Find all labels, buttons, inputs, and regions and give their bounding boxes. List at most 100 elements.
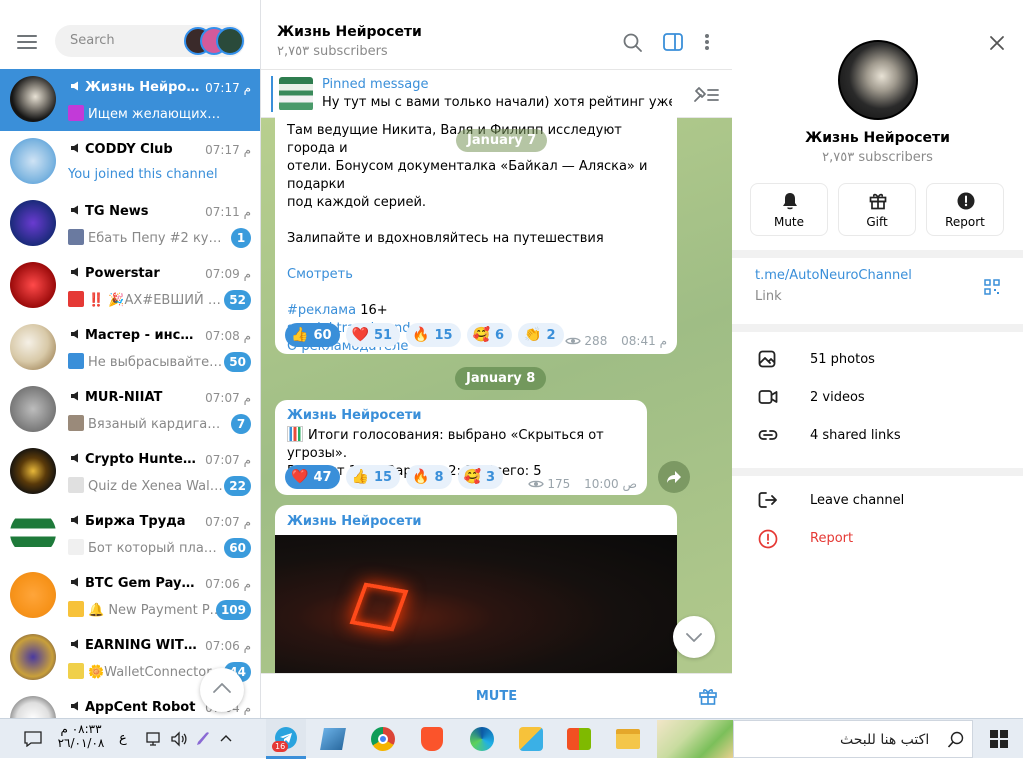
chat-preview-line: Quiz de Xenea Walle... xyxy=(68,477,224,494)
taskbar-search-text: اكتب هنا للبحث xyxy=(840,732,930,748)
gift-action-button[interactable]: Gift xyxy=(838,183,916,236)
channel-icon xyxy=(71,701,78,711)
reaction-chip[interactable]: 🥰 6 xyxy=(466,323,513,347)
videos-item[interactable]: 2 videos xyxy=(732,379,1023,417)
chat-time: م 07:07 xyxy=(205,515,251,529)
chat-preview-line: 🔔 New Payment Proc... xyxy=(68,601,224,618)
forward-button[interactable] xyxy=(658,461,690,493)
report-action-button[interactable]: Report xyxy=(926,183,1004,236)
chat-name-text: Жизнь Нейросе... xyxy=(85,80,200,95)
close-icon[interactable] xyxy=(989,35,1005,51)
reaction-emoji: 👍 xyxy=(351,469,369,485)
chat-name: Мастер - инстр... xyxy=(70,328,200,343)
gift-icon[interactable] xyxy=(698,686,718,706)
channel-link[interactable]: t.me/AutoNeuroChannel xyxy=(755,268,912,283)
reaction-emoji: 🥰 xyxy=(472,327,491,343)
volume-icon[interactable] xyxy=(170,731,188,747)
forward-icon xyxy=(667,471,681,483)
report-item[interactable]: Report xyxy=(732,520,1023,558)
chat-name-text: Powerstar xyxy=(85,266,160,281)
reaction-chip[interactable]: 🔥 15 xyxy=(406,323,461,347)
channel-avatar[interactable] xyxy=(838,40,918,120)
chat-list-item[interactable]: Мастер - инстр... م 07:08 Не выбрасывайте … xyxy=(0,317,260,379)
chat-preview-line: Вязаный кардиган н... xyxy=(68,415,224,432)
leave-channel-item[interactable]: Leave channel xyxy=(732,482,1023,520)
link-icon xyxy=(758,430,778,440)
chat-list-item[interactable]: Жизнь Нейросе... م 07:17 Ищем желающих зап… xyxy=(0,69,260,131)
pin-list-icon[interactable] xyxy=(693,85,719,103)
clock-time: ٠٨:٣٣ م xyxy=(60,722,102,736)
scroll-down-button[interactable] xyxy=(673,616,715,658)
reactions-row: ❤️ 47 👍 15 🔥 8 🥰 3 xyxy=(285,465,504,489)
chat-list-item[interactable]: Биржа Труда م 07:07 Бот который плати... 60 xyxy=(0,503,260,565)
search-icon[interactable] xyxy=(623,33,643,53)
language-indicator[interactable]: ع xyxy=(119,731,127,746)
chat-name: Жизнь Нейросе... xyxy=(70,80,200,95)
message-image[interactable] xyxy=(275,535,677,685)
scroll-up-button[interactable] xyxy=(200,668,244,712)
story-avatar[interactable] xyxy=(216,27,244,55)
mute-button[interactable]: MUTE xyxy=(261,689,732,704)
action-label: Report xyxy=(945,215,985,229)
taskbar-search-box[interactable]: اكتب هنا للبحث xyxy=(733,720,973,758)
edge-icon[interactable] xyxy=(470,727,494,751)
hamburger-menu-icon[interactable] xyxy=(17,34,37,50)
chat-list-item[interactable]: CODDY Club م 07:17 You joined this channel xyxy=(0,131,260,193)
chat-name-text: MUR-NIIAT xyxy=(85,390,163,405)
notifications-icon[interactable] xyxy=(24,731,42,747)
chat-name-text: Crypto Hunters... xyxy=(85,452,200,467)
chat-header[interactable]: Жизнь Нейросети ٢,٧٥٣ subscribers xyxy=(261,0,732,70)
chrome-icon[interactable] xyxy=(371,727,395,751)
media-message-bubble[interactable]: Жизнь Нейросети xyxy=(275,505,677,685)
links-item[interactable]: 4 shared links xyxy=(732,417,1023,455)
chat-list-item[interactable]: TG News م 07:11 Ебать Пепу #2 купи... 1 xyxy=(0,193,260,255)
reaction-chip[interactable]: 👏 2 xyxy=(518,323,564,347)
chat-name: TG News xyxy=(70,204,200,219)
chat-name-text: Мастер - инстр... xyxy=(85,328,200,343)
stories-avatars[interactable] xyxy=(184,27,246,55)
store-icon[interactable] xyxy=(567,728,591,750)
reaction-chip[interactable]: 👍 15 xyxy=(345,465,401,489)
side-panel-icon[interactable] xyxy=(663,33,683,51)
windows-start-icon[interactable] xyxy=(990,730,1008,748)
message-time: 10:00 ص xyxy=(584,477,637,491)
reaction-chip[interactable]: ❤️ 47 xyxy=(285,465,340,489)
network-icon[interactable] xyxy=(146,731,164,747)
reaction-chip[interactable]: 🥰 3 xyxy=(457,465,504,489)
clock[interactable]: ٠٨:٣٣ م ٢٦/٠١/٠٨ xyxy=(56,722,106,750)
notepad-icon[interactable] xyxy=(320,728,346,750)
chat-avatar xyxy=(10,510,56,556)
poll-result-bubble[interactable]: Жизнь Нейросети Итоги голосования: выбра… xyxy=(275,400,647,495)
game-icon[interactable] xyxy=(519,727,543,751)
preview-thumbnail xyxy=(68,229,84,245)
chat-time: م 07:06 xyxy=(205,577,251,591)
message-line: отели. Бонусом документалка «Байкал — Ал… xyxy=(287,159,648,192)
photos-item[interactable]: 51 photos xyxy=(732,341,1023,379)
hashtag-link[interactable]: #реклама xyxy=(287,303,356,318)
reaction-chip[interactable]: ❤️ 51 xyxy=(345,323,401,347)
chat-title[interactable]: Жизнь Нейросети xyxy=(277,24,422,40)
chat-name: CODDY Club xyxy=(70,142,200,157)
mute-action-button[interactable]: Mute xyxy=(750,183,828,236)
chat-list-item[interactable]: Powerstar م 07:09 ‼️ 🎉АХ#ЕВШИЙ Б... 52 xyxy=(0,255,260,317)
chat-list-item[interactable]: MUR-NIIAT م 07:07 Вязаный кардиган н... 7 xyxy=(0,379,260,441)
reaction-count: 6 xyxy=(495,327,505,343)
search-highlight-image xyxy=(657,720,733,758)
chat-list-item[interactable]: Crypto Hunters... م 07:07 Quiz de Xenea Wa… xyxy=(0,441,260,503)
chat-preview: 🔔 New Payment Proc... xyxy=(88,603,224,618)
file-explorer-icon[interactable] xyxy=(616,729,640,749)
watch-link[interactable]: Смотреть xyxy=(287,266,672,284)
reaction-chip[interactable]: 👍 60 xyxy=(285,323,340,347)
qr-code-icon[interactable] xyxy=(984,279,1000,295)
tray-chevron-up-icon[interactable] xyxy=(219,733,233,743)
message-line: Залипайте и вдохновляйтесь на путешестви… xyxy=(287,231,604,246)
channel-icon xyxy=(71,329,78,339)
more-options-icon[interactable] xyxy=(704,33,710,51)
sidebar-header: Search xyxy=(0,10,260,68)
chat-time: م 07:07 xyxy=(205,391,251,405)
brave-icon[interactable] xyxy=(421,727,443,751)
reaction-chip[interactable]: 🔥 8 xyxy=(406,465,452,489)
pen-icon[interactable] xyxy=(194,730,212,748)
chat-list-item[interactable]: BTC Gem Payout م 07:06 🔔 New Payment Proc.… xyxy=(0,565,260,627)
taskbar-telegram[interactable]: 16 xyxy=(266,719,306,759)
